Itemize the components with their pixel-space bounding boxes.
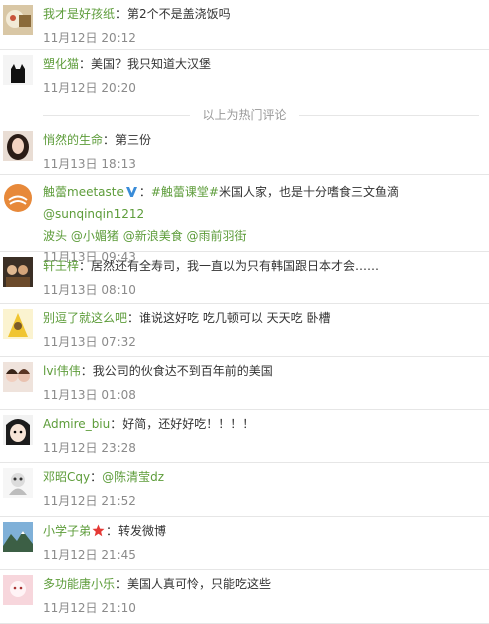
comment-text: 第三份 [115,133,152,147]
comment-time: 11月12日 21:45 [43,548,136,562]
mention-link[interactable]: 波头 [43,229,67,243]
avatar-group[interactable] [3,257,33,287]
comment-text: 谁说这好吃 吃几顿可以 天天吃 卧槽 [139,311,331,325]
avatar-black-cat[interactable] [3,55,33,85]
v-verified-icon [125,183,138,197]
comment-time: 11月12日 20:20 [43,81,136,95]
avatar-girl[interactable] [3,131,33,161]
user-name[interactable]: 悄然的生命 [43,133,103,147]
comment-text: 美国人真可怜，只能吃这些 [127,577,272,591]
divider-label: 以上为热门评论 [190,108,299,122]
mention-link[interactable]: @新浪美食 [123,229,183,243]
user-name[interactable]: 我才是好孩纸 [43,7,115,21]
avatar-cartoon[interactable] [3,309,33,339]
avatar-pink[interactable] [3,575,33,605]
comment-time: 11月13日 07:32 [43,335,136,349]
comment-time: 11月12日 21:10 [43,601,136,615]
mention-link[interactable]: @陈清莹dz [102,470,164,484]
user-name[interactable]: 塑化猫 [43,57,79,71]
comment-item: 多功能唐小乐：美国人真可怜，只能吃这些 11月12日 21:10 [0,570,489,624]
comment-time: 11月12日 20:12 [43,31,136,45]
avatar-landscape[interactable] [3,522,33,552]
red-star-icon [92,524,105,537]
user-name[interactable]: 触蕾meetaste [43,185,124,199]
comment-time: 11月13日 08:10 [43,283,136,297]
avatar-toy[interactable] [3,468,33,498]
comment-item: 悄然的生命：第三份 11月13日 18:13 [0,126,489,175]
comment-item: 小学子弟 ：转发微博 11月12日 21:45 [0,517,489,570]
comment-item: lvi伟伟：我公司的伙食达不到百年前的美国 11月13日 01:08 [0,357,489,410]
avatar-anime[interactable] [3,415,33,445]
mention-link[interactable]: @sunqinqin1212 [43,207,144,221]
mention-link[interactable]: @小媚猪 [71,229,119,243]
mention-link[interactable]: @雨前羽街 [187,229,247,243]
user-name[interactable]: lvi伟伟 [43,364,81,378]
comment-item: 别逗了就这么吧：谁说这好吃 吃几顿可以 天天吃 卧槽 11月13日 07:32 [0,304,489,357]
topic-link[interactable]: #触蕾课堂# [151,185,219,199]
comment-time: 11月12日 21:52 [43,494,136,508]
comment-text: 居然还有全寿司，我一直以为只有韩国跟日本才会…… [91,259,380,273]
comment-text: 米国人家，也是十分嗜食三文鱼滴 [219,185,400,199]
user-name[interactable]: 小学子弟 [43,524,91,538]
comment-time: 11月13日 18:13 [43,157,136,171]
comment-list: 我才是好孩纸：第2个不是盖浇饭吗 11月12日 20:12 塑化猫：美国？我只知… [0,0,489,624]
user-name[interactable]: 别逗了就这么吧 [43,311,127,325]
user-name[interactable]: 多功能唐小乐 [43,577,115,591]
comment-item: 塑化猫：美国？我只知道大汉堡 11月12日 20:20 [0,50,489,100]
avatar-two-girls[interactable] [3,362,33,392]
comment-text: 好简，还好好吃！！！！ [122,417,255,431]
hot-comments-divider: 以上为热门评论 [0,100,489,126]
comment-time: 11月13日 01:08 [43,388,136,402]
comment-text: 第2个不是盖浇饭吗 [127,7,231,21]
comment-text: 我公司的伙食达不到百年前的美国 [92,364,273,378]
user-name[interactable]: Admire_biu [43,417,110,431]
comment-time: 11月12日 23:28 [43,441,136,455]
comment-text: 转发微博 [118,524,167,538]
comment-item: 我才是好孩纸：第2个不是盖浇饭吗 11月12日 20:12 [0,0,489,50]
comment-item: 触蕾meetaste ：#触蕾课堂#米国人家，也是十分嗜食三文鱼滴 @sunqin… [0,175,489,264]
user-name[interactable]: 轩王梓 [43,259,79,273]
comment-item: 邓昭Cqy：@陈清莹dz 11月12日 21:52 [0,463,489,517]
comment-item: Admire_biu：好简，还好好吃！！！！ 11月12日 23:28 [0,410,489,463]
avatar-food[interactable] [3,5,33,35]
comment-text: 美国？我只知道大汉堡 [91,57,212,71]
comment-item: 轩王梓：居然还有全寿司，我一直以为只有韩国跟日本才会…… 11月13日 08:1… [0,252,489,304]
user-name[interactable]: 邓昭Cqy [43,470,90,484]
avatar-logo-orange[interactable] [3,183,33,213]
